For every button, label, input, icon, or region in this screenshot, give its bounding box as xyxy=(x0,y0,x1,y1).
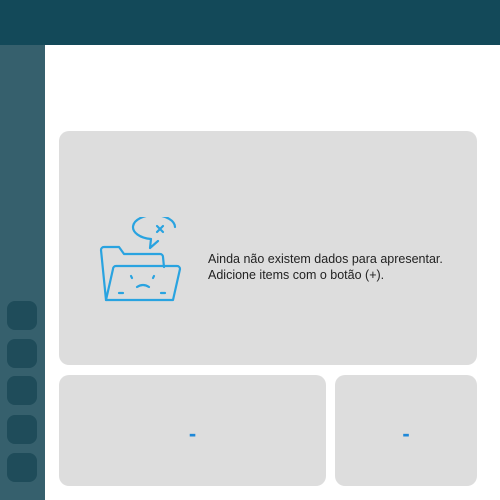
empty-state-line-2: Adicione items com o botão (+). xyxy=(208,268,385,282)
sidebar-button-3[interactable] xyxy=(7,376,37,405)
sidebar-button-1[interactable] xyxy=(7,301,37,330)
empty-state-line-1: Ainda não existem dados para apresentar. xyxy=(208,252,443,266)
empty-state-message: Ainda não existem dados para apresentar.… xyxy=(208,251,443,283)
sad-folder-icon xyxy=(99,217,182,302)
empty-state-panel: Ainda não existem dados para apresentar.… xyxy=(59,131,477,365)
stat-value-right: - xyxy=(402,420,410,446)
sidebar-button-4[interactable] xyxy=(7,415,37,444)
sidebar-button-2[interactable] xyxy=(7,339,37,368)
stat-card-right: - xyxy=(335,375,477,486)
sidebar-button-5[interactable] xyxy=(7,453,37,482)
stat-card-left: - xyxy=(59,375,326,486)
sidebar xyxy=(0,45,45,500)
stat-value-left: - xyxy=(188,420,197,446)
top-bar xyxy=(0,0,500,45)
